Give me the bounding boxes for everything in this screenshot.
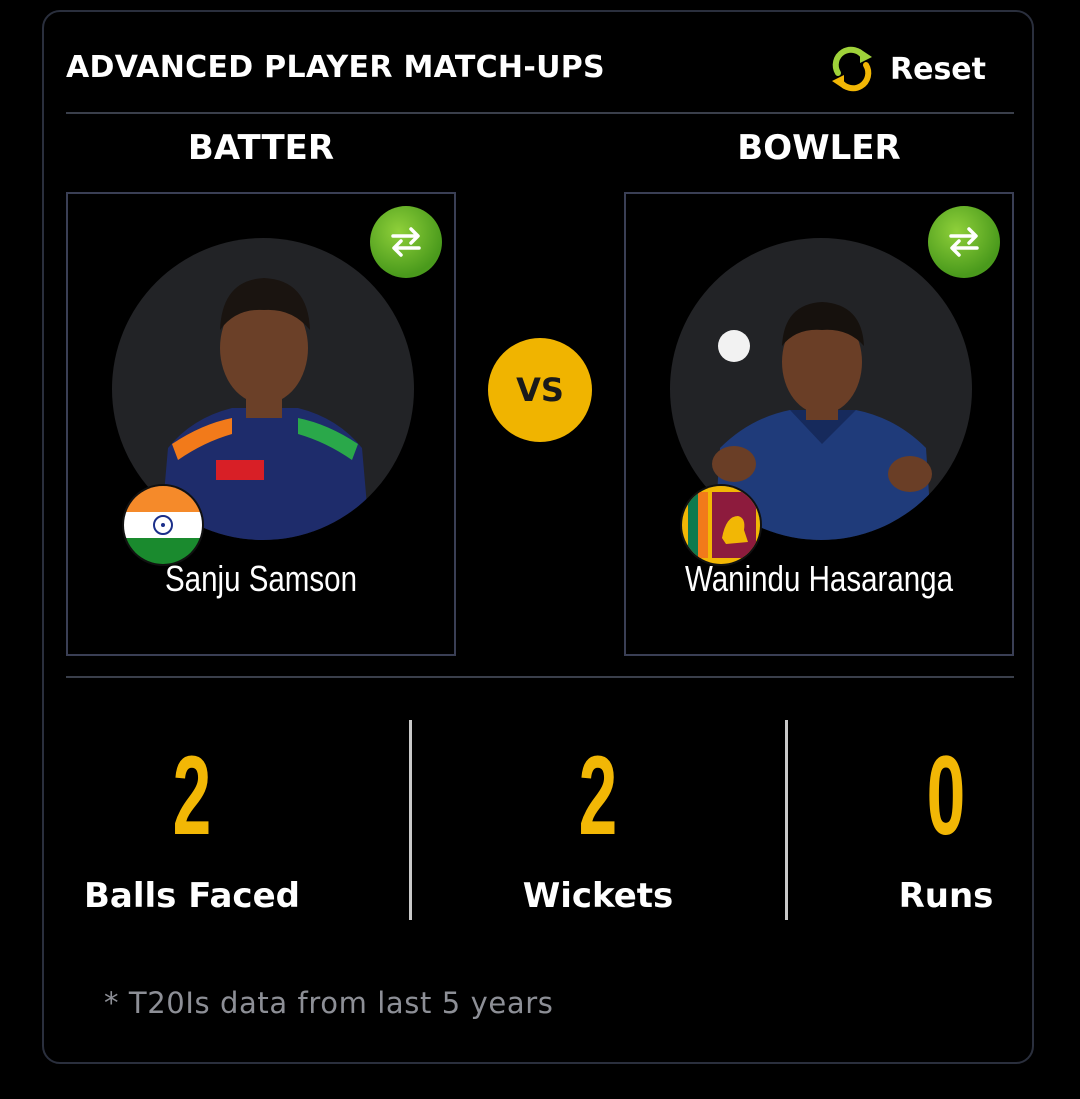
stat-separator — [409, 720, 412, 920]
swap-bowler-button[interactable] — [928, 206, 1000, 278]
swap-batter-button[interactable] — [370, 206, 442, 278]
vs-badge: VS — [488, 338, 592, 442]
stat-label: Wickets — [522, 876, 674, 916]
refresh-icon — [832, 46, 872, 92]
swap-arrows-icon — [391, 227, 421, 257]
reset-label: Reset — [890, 51, 986, 87]
stat-value: 2 — [578, 733, 618, 858]
stat-value: 2 — [172, 733, 212, 858]
sri-lanka-flag-icon — [680, 484, 762, 566]
stat-separator — [785, 720, 788, 920]
batter-heading: BATTER — [187, 128, 335, 168]
stat-label: Runs — [898, 876, 994, 916]
data-footnote: * T20Is data from last 5 years — [104, 986, 554, 1020]
header-divider — [66, 112, 1014, 114]
stat-runs: 0 Runs — [846, 733, 1046, 917]
bowler-card[interactable]: Wanindu Hasaranga — [624, 192, 1014, 656]
batter-card[interactable]: Sanju Samson — [66, 192, 456, 656]
batter-name: Sanju Samson — [164, 558, 357, 599]
card-title: ADVANCED PLAYER MATCH-UPS — [66, 50, 605, 85]
bowler-name: Wanindu Hasaranga — [684, 558, 954, 599]
stat-balls-faced: 2 Balls Faced — [66, 733, 318, 917]
india-flag-icon — [122, 484, 204, 566]
stat-wickets: 2 Wickets — [472, 733, 724, 917]
stats-divider — [66, 676, 1014, 678]
stat-label: Balls Faced — [84, 876, 300, 916]
swap-arrows-icon — [949, 227, 979, 257]
stat-value: 0 — [926, 733, 966, 858]
reset-button[interactable]: Reset — [826, 42, 986, 96]
bowler-heading: BOWLER — [737, 128, 901, 168]
